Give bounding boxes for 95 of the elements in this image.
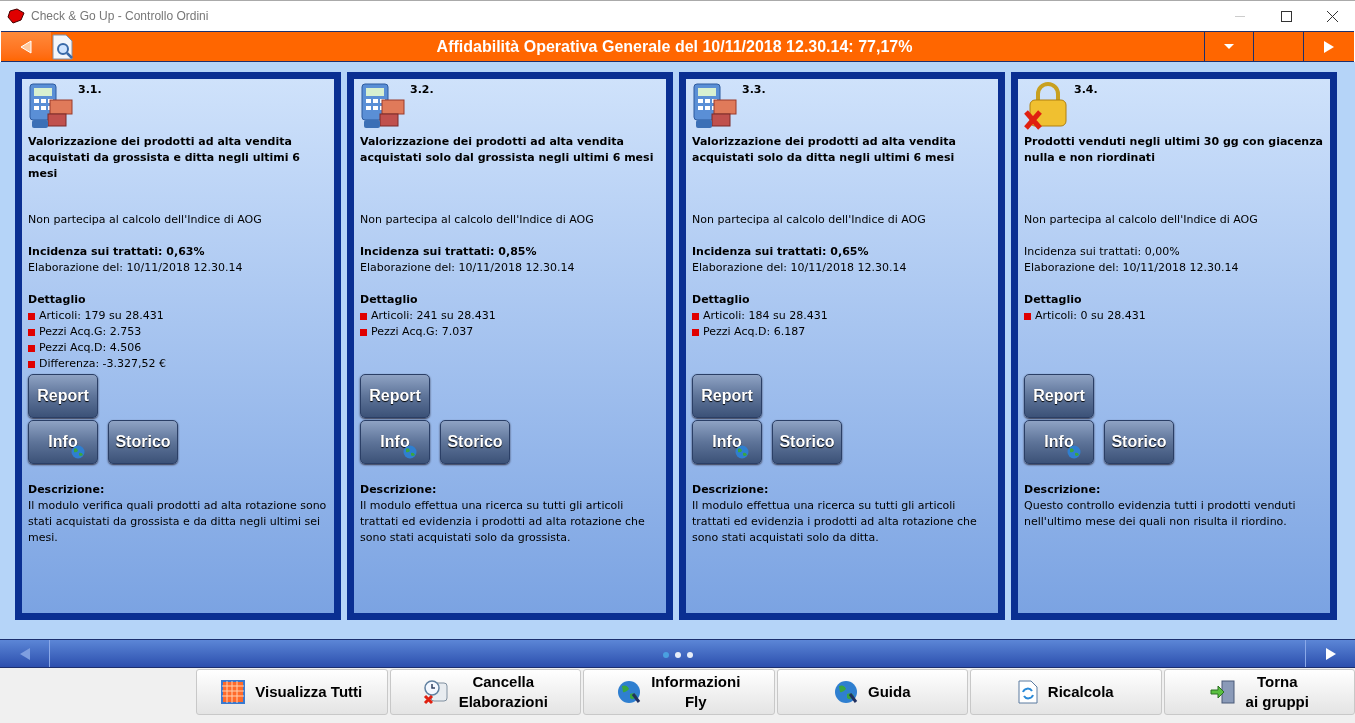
calculator-boxes-icon <box>28 82 76 130</box>
aog-note: Non partecipa al calcolo dell'Indice di AOG <box>1024 212 1259 228</box>
incidence-text: Incidenza sui trattati: 0,63% <box>28 244 206 260</box>
description-heading: Descrizione: <box>1024 482 1102 498</box>
aog-note: Non partecipa al calcolo dell'Indice di AOG <box>360 212 595 228</box>
document-search-icon <box>51 33 75 60</box>
clock-scroll-icon <box>422 679 449 705</box>
info-button[interactable]: Info <box>692 420 762 464</box>
globe-icon <box>617 680 642 704</box>
calculator-boxes-icon <box>692 82 740 130</box>
module-number: 3.3. <box>742 82 766 98</box>
back-button[interactable] <box>1 32 51 61</box>
bullet-icon <box>28 344 35 352</box>
detail-item: Pezzi Acq.D: 4.506 <box>39 340 142 356</box>
window-title: Check & Go Up - Controllo Ordini <box>31 8 209 25</box>
bullet-icon <box>692 328 699 336</box>
detail-item: Articoli: 241 su 28.431 <box>371 308 496 324</box>
globe-icon <box>1067 445 1081 459</box>
bullet-icon <box>360 328 367 336</box>
detail-item: Pezzi Acq.G: 2.753 <box>39 324 142 340</box>
elaboration-date: Elaborazione del: 10/11/2018 12.30.14 <box>1024 260 1240 276</box>
module-number: 3.4. <box>1074 82 1098 98</box>
app-logo-icon <box>7 8 25 24</box>
info-button[interactable]: Info <box>360 420 430 464</box>
description-text: Il modulo effettua una ricerca su tutti gli articoli trattati ed evidenzia i prodotti ad alta rotazione che sono stati acquistati solo da grossista. <box>360 498 646 546</box>
description-heading: Descrizione: <box>692 482 770 498</box>
description-text: Questo controllo evidenzia tutti i prodotti venduti nell'ultimo mese dei quali non risulta il riordino. <box>1024 498 1297 530</box>
detail-item: Pezzi Acq.D: 6.187 <box>703 324 806 340</box>
history-button[interactable]: Storico <box>108 420 178 464</box>
detail-item: Articoli: 0 su 28.431 <box>1035 308 1146 324</box>
history-button[interactable]: Storico <box>772 420 842 464</box>
description-heading: Descrizione: <box>28 482 106 498</box>
left-arrow-icon <box>20 39 32 54</box>
calendar-grid-icon <box>221 680 246 704</box>
caret-down-icon <box>1224 44 1234 49</box>
refresh-document-icon <box>1017 680 1038 704</box>
bullet-icon <box>692 312 699 320</box>
info-button[interactable]: Info <box>28 420 98 464</box>
detail-heading: Dettaglio <box>1024 292 1083 308</box>
detail-heading: Dettaglio <box>692 292 751 308</box>
toolbar-button[interactable]: Informazioni Fly <box>583 669 775 715</box>
close-icon <box>1326 10 1338 22</box>
report-button[interactable]: Report <box>692 374 762 418</box>
toolbar-button[interactable]: Torna ai gruppi <box>1163 669 1355 715</box>
elaboration-date: Elaborazione del: 10/11/2018 12.30.14 <box>28 260 244 276</box>
globe-icon <box>403 445 417 459</box>
detail-item: Articoli: 184 su 28.431 <box>703 308 828 324</box>
elaboration-date: Elaborazione del: 10/11/2018 12.30.14 <box>692 260 908 276</box>
detail-heading: Dettaglio <box>28 292 87 308</box>
history-button[interactable]: Storico <box>1104 420 1174 464</box>
right-arrow-icon <box>1324 646 1337 661</box>
detail-heading: Dettaglio <box>360 292 419 308</box>
incidence-text: Incidenza sui trattati: 0,00% <box>1024 244 1181 260</box>
module-title: Valorizzazione dei prodotti ad alta vendita acquistati da grossista e ditta negli ultimi 6 mesi <box>28 134 301 182</box>
maximize-icon <box>1280 10 1292 22</box>
globe-icon <box>71 445 85 459</box>
bullet-icon <box>360 312 367 320</box>
description-text: Il modulo verifica quali prodotti ad alta rotazione sono stati acquistati da grossista e da ditta negli ultimi sei mesi. <box>28 498 328 546</box>
toolbar-button[interactable]: Ricalcola <box>970 669 1162 715</box>
toolbar-button[interactable]: Cancella Elaborazioni <box>389 669 581 715</box>
info-button[interactable]: Info <box>1024 420 1094 464</box>
description-text: Il modulo effettua una ricerca su tutti gli articoli trattati ed evidenzia i prodotti ad alta rotazione che sono stati acquistati solo da ditta. <box>692 498 978 546</box>
dropdown-button[interactable] <box>1204 32 1254 61</box>
history-button[interactable]: Storico <box>440 420 510 464</box>
right-arrow-icon <box>1323 39 1335 54</box>
left-arrow-icon <box>18 646 31 661</box>
incidence-text: Incidenza sui trattati: 0,85% <box>360 244 538 260</box>
detail-item: Pezzi Acq.G: 7.037 <box>371 324 474 340</box>
elaboration-date: Elaborazione del: 10/11/2018 12.30.14 <box>360 260 576 276</box>
report-button[interactable]: Report <box>1024 374 1094 418</box>
aog-note: Non partecipa al calcolo dell'Indice di AOG <box>692 212 927 228</box>
minimize-icon <box>1235 15 1245 17</box>
module-title: Valorizzazione dei prodotti ad alta vendita acquistati solo da ditta negli ultimi 6 mesi <box>692 134 957 166</box>
description-heading: Descrizione: <box>360 482 438 498</box>
toolbar-button[interactable]: Guida <box>776 669 968 715</box>
report-button[interactable]: Report <box>360 374 430 418</box>
bullet-icon <box>1024 312 1031 320</box>
globe-icon <box>834 680 858 704</box>
module-number: 3.1. <box>78 82 102 98</box>
module-title: Prodotti venduti negli ultimi 30 gg con giacenza nulla e non riordinati <box>1024 134 1324 166</box>
module-number: 3.2. <box>410 82 434 98</box>
incidence-text: Incidenza sui trattati: 0,65% <box>692 244 870 260</box>
calculator-boxes-icon <box>360 82 408 130</box>
toolbar-button[interactable]: Visualizza Tutti <box>196 669 388 715</box>
report-button[interactable]: Report <box>28 374 98 418</box>
header-title: Affidabilità Operativa Generale del 10/11/2018 12.30.14: 77,17% <box>435 36 914 57</box>
door-exit-icon <box>1209 680 1236 704</box>
bullet-icon <box>28 360 35 368</box>
bullet-icon <box>28 328 35 336</box>
bullet-icon <box>28 312 35 320</box>
globe-icon <box>735 445 749 459</box>
aog-note: Non partecipa al calcolo dell'Indice di AOG <box>28 212 263 228</box>
module-title: Valorizzazione dei prodotti ad alta vendita acquistati solo dal grossista negli ultimi 6 mesi <box>360 134 655 166</box>
detail-item: Articoli: 179 su 28.431 <box>39 308 164 324</box>
detail-item: Differenza: -3.327,52 € <box>39 356 167 372</box>
